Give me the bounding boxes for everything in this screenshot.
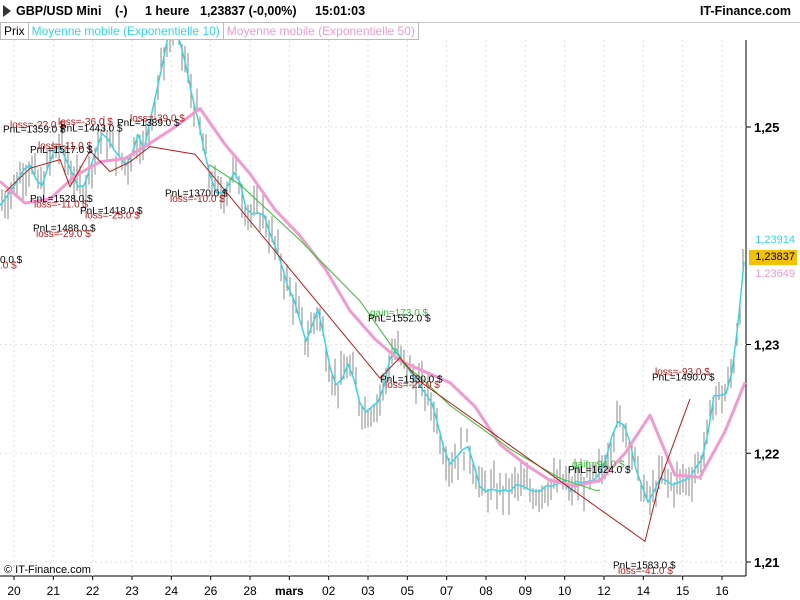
x-tick-label: 26 (204, 584, 218, 598)
trade-annotation: PnL=1552.0 $ (368, 314, 431, 325)
chart-legend: Prix Moyenne mobile (Exponentielle 10) Moy… (0, 22, 419, 40)
legend-ema50[interactable]: Moyenne mobile (Exponentielle 50) (223, 22, 419, 40)
x-tick-label: 24 (165, 584, 179, 598)
timeframe[interactable]: 1 heure (145, 4, 189, 18)
last-price-change: 1,23837 (-0,00%) (200, 4, 297, 18)
trade-annotation: PnL=1443.0 $ (60, 123, 123, 134)
trade-annotation: loss=-22.0 $ (385, 380, 440, 391)
x-tick-label: mars (275, 584, 304, 598)
x-tick-label: 14 (637, 584, 651, 598)
brand-name: IT-Finance.com (700, 4, 791, 18)
trade-annotation: PnL=1517.0 $ (30, 145, 93, 156)
x-tick-label: 20 (7, 584, 21, 598)
x-tick-label: 28 (243, 584, 257, 598)
trade-annotation: loss=-41.0 $ (618, 566, 673, 577)
x-tick-label: 09 (519, 584, 533, 598)
symbol-name: GBP/USD Mini (16, 4, 102, 18)
price-chart[interactable]: 1,25 1,23 1,22 1,21 20 21 22 23 24 26 28 mars 02 03 05… (0, 0, 800, 600)
trade-annotation: PnL=1624.0 $ (568, 465, 631, 476)
clock-time: 15:01:03 (315, 4, 366, 18)
y-tick-label: 1,22 (754, 446, 779, 461)
x-tick-label: 02 (322, 584, 336, 598)
trade-annotation: loss=-10.0 $ (170, 194, 225, 205)
x-tick-label: 05 (401, 584, 415, 598)
x-tick-label: 03 (361, 584, 375, 598)
ema50-line (0, 107, 747, 488)
trade-annotation: PnL=1490.0 $ (652, 372, 715, 383)
ema10-line (0, 25, 745, 503)
legend-ema10[interactable]: Moyenne mobile (Exponentielle 10) (28, 22, 224, 40)
trade-annotation: .0 $ (0, 260, 17, 271)
x-tick-label: 12 (597, 584, 611, 598)
y-tick-label: 1,25 (754, 120, 779, 135)
trade-annotation: loss=-29.0 $ (36, 229, 91, 240)
x-tick-label: 23 (125, 584, 139, 598)
title-bar: GBP/USD Mini (-) 1 heure 1,23837 (-0,00%… (0, 0, 800, 23)
x-tick-label: 07 (440, 584, 454, 598)
x-tick-label: 16 (715, 584, 729, 598)
trade-annotation: loss=-??.0 $ (10, 120, 65, 131)
ema10-price-tag: 1,23914 (749, 233, 797, 248)
gain-trade-line (209, 164, 600, 491)
ema50-price-tag: 1,23649 (749, 267, 797, 282)
y-tick-label: 1,21 (754, 555, 779, 570)
y-tick-label: 1,23 (754, 338, 779, 353)
copyright: © IT-Finance.com (4, 564, 91, 576)
play-arrow-icon[interactable] (3, 5, 11, 17)
x-tick-label: 08 (479, 584, 493, 598)
x-tick-label: 15 (676, 584, 690, 598)
x-tick-label: 10 (558, 584, 572, 598)
legend-price[interactable]: Prix (0, 22, 29, 40)
x-tick-label: 21 (47, 584, 61, 598)
trade-annotation: loss=-25.0 $ (85, 210, 140, 221)
symbol-variant: (-) (115, 4, 128, 18)
trade-annotation: PnL=1389.0 $ (117, 118, 180, 129)
last-price-tag: 1,23837 (749, 250, 797, 265)
x-tick-label: 22 (86, 584, 100, 598)
